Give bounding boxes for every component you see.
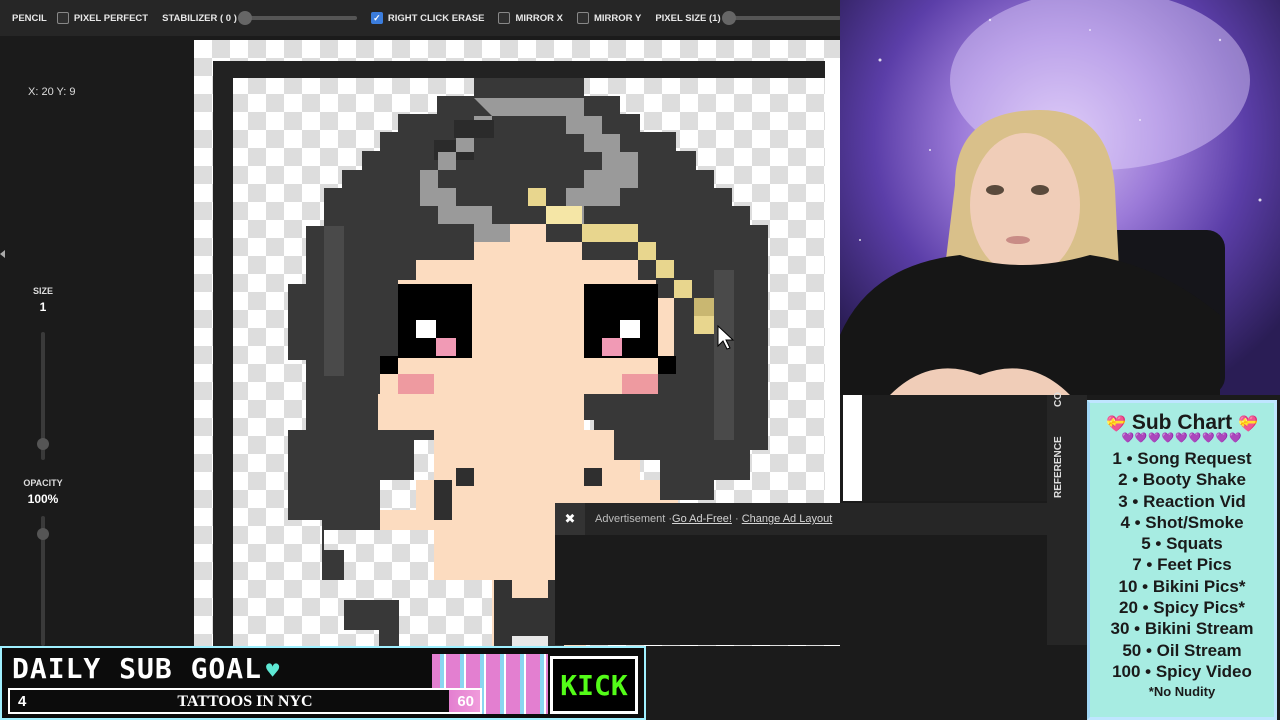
list-item: 10 • Bikini Pics* bbox=[1118, 576, 1246, 596]
screen: PENCIL PIXEL PERFECT STABILIZER ( 0 ) RI… bbox=[0, 0, 1280, 720]
face bbox=[970, 133, 1080, 277]
sub-chart-note: *No Nudity bbox=[1148, 684, 1216, 700]
change-ad-layout-link[interactable]: Change Ad Layout bbox=[742, 513, 833, 525]
daily-sub-goal-widget: DAILY SUB GOAL ♥ 4 TATTOOS IN NYC 60 KICK bbox=[0, 646, 646, 720]
close-ad-icon[interactable]: ✖ bbox=[555, 503, 585, 535]
left-tool-panel: X: 20 Y: 9 SIZE 1 OPACITY 100% bbox=[0, 36, 194, 646]
webcam-image bbox=[840, 0, 1262, 395]
right-click-erase-label: RIGHT CLICK ERASE bbox=[387, 12, 485, 24]
ad-separator: · bbox=[731, 513, 742, 525]
mirror-y-checkbox[interactable] bbox=[576, 12, 589, 24]
ad-area bbox=[555, 535, 1085, 645]
opacity-slider[interactable] bbox=[37, 516, 49, 646]
opacity-label: OPACITY bbox=[23, 478, 63, 488]
stabilizer-control: STABILIZER ( 0 ) bbox=[162, 11, 357, 25]
webcam-feed bbox=[840, 0, 1280, 395]
size-label: SIZE bbox=[32, 286, 53, 296]
size-slider-knob[interactable] bbox=[37, 438, 49, 450]
tab-reference[interactable]: REFERENCE bbox=[1053, 436, 1064, 498]
list-item: 5 • Squats bbox=[1141, 534, 1223, 554]
foot-light bbox=[512, 636, 548, 646]
stabilizer-label: STABILIZER ( 0 ) bbox=[162, 12, 237, 24]
bun-dark bbox=[454, 120, 494, 138]
collapse-arrow-icon[interactable] bbox=[0, 250, 5, 258]
mirror-y-toggle[interactable]: MIRROR Y bbox=[576, 12, 642, 24]
pixel-size-knob[interactable] bbox=[721, 11, 736, 25]
tool-label: PENCIL bbox=[12, 12, 47, 24]
size-value: 1 bbox=[39, 300, 47, 314]
hair-strand bbox=[324, 226, 344, 376]
right-click-erase-toggle[interactable]: RIGHT CLICK ERASE bbox=[370, 12, 485, 24]
arm-shadow bbox=[434, 480, 452, 520]
list-item: 3 • Reaction Vid bbox=[1118, 491, 1246, 511]
stabilizer-slider[interactable] bbox=[237, 11, 357, 25]
kick-logo: KICK bbox=[550, 656, 638, 714]
ad-label: Advertisement · bbox=[595, 513, 673, 525]
eye-left bbox=[986, 185, 1004, 195]
hand-shadow bbox=[456, 468, 474, 486]
pixel-perfect-label: PIXEL PERFECT bbox=[73, 12, 149, 24]
size-slider[interactable] bbox=[37, 332, 49, 460]
heart-icon: 💝 bbox=[1238, 416, 1258, 433]
heart-icon: ♥ bbox=[266, 659, 281, 684]
side-tabs: CO REFERENCE bbox=[1047, 392, 1087, 645]
mouth bbox=[1006, 236, 1030, 244]
go-ad-free-link[interactable]: Go Ad-Free! bbox=[672, 513, 732, 525]
goal-title: DAILY SUB GOAL ♥ bbox=[12, 652, 280, 685]
list-item: 20 • Spicy Pics* bbox=[1119, 598, 1245, 618]
eye-right bbox=[1031, 185, 1049, 195]
list-item: 2 • Booty Shake bbox=[1118, 470, 1246, 490]
mirror-y-label: MIRROR Y bbox=[593, 12, 642, 24]
pixel-perfect-toggle[interactable]: PIXEL PERFECT bbox=[56, 12, 149, 24]
tool-options-toolbar: PENCIL PIXEL PERFECT STABILIZER ( 0 ) RI… bbox=[0, 0, 841, 36]
skin-gap bbox=[512, 580, 548, 598]
right-click-erase-checkbox[interactable] bbox=[370, 12, 383, 24]
sub-chart-title: 💝 Sub Chart 💝 bbox=[1090, 411, 1274, 435]
canvas-edge-panel bbox=[843, 395, 862, 501]
list-item: 100 • Spicy Video bbox=[1112, 661, 1252, 681]
pixel-size-label: PIXEL SIZE (1) bbox=[655, 12, 721, 24]
pixel-size-control: PIXEL SIZE (1) bbox=[655, 11, 841, 25]
sub-chart-list: 1 • Song Request 2 • Booty Shake 3 • Rea… bbox=[1090, 448, 1274, 682]
advertisement-bar: ✖ Advertisement · Go Ad-Free! · Change A… bbox=[555, 503, 1085, 535]
mirror-x-checkbox[interactable] bbox=[498, 12, 511, 24]
list-item: 30 • Bikini Stream bbox=[1110, 619, 1254, 639]
sub-chart-panel: 💝 Sub Chart 💝 💜💜💜💜💜💜💜💜💜 1 • Song Request… bbox=[1087, 400, 1277, 720]
list-item: 7 • Feet Pics bbox=[1132, 555, 1232, 575]
hair-strand bbox=[714, 270, 734, 440]
canvas-frame-left bbox=[213, 61, 233, 646]
canvas-frame-top bbox=[213, 61, 825, 78]
opacity-value: 100% bbox=[27, 492, 59, 506]
tab-co[interactable]: CO bbox=[1053, 392, 1064, 407]
list-item: 50 • Oil Stream bbox=[1122, 640, 1242, 660]
reference-panel bbox=[862, 395, 1047, 501]
pixel-perfect-checkbox[interactable] bbox=[56, 12, 69, 24]
list-item: 4 • Shot/Smoke bbox=[1120, 512, 1244, 532]
pixel-size-slider[interactable] bbox=[721, 11, 841, 25]
goal-progress-bar: 4 TATTOOS IN NYC 60 bbox=[8, 688, 482, 714]
stabilizer-knob[interactable] bbox=[237, 11, 252, 25]
kick-logo-text: KICK bbox=[560, 668, 628, 702]
mirror-x-label: MIRROR X bbox=[515, 12, 563, 24]
sub-chart-title-text: Sub Chart bbox=[1131, 411, 1233, 434]
goal-max: 60 bbox=[457, 693, 474, 710]
goal-text: TATTOOS IN NYC bbox=[177, 693, 313, 710]
cursor-coordinates: X: 20 Y: 9 bbox=[28, 86, 76, 98]
mirror-x-toggle[interactable]: MIRROR X bbox=[498, 12, 563, 24]
hand-shadow bbox=[584, 468, 602, 486]
list-item: 1 • Song Request bbox=[1112, 449, 1252, 468]
opacity-slider-knob[interactable] bbox=[37, 528, 49, 540]
heart-icon: 💝 bbox=[1106, 416, 1126, 433]
goal-title-text: DAILY SUB GOAL bbox=[12, 652, 263, 685]
